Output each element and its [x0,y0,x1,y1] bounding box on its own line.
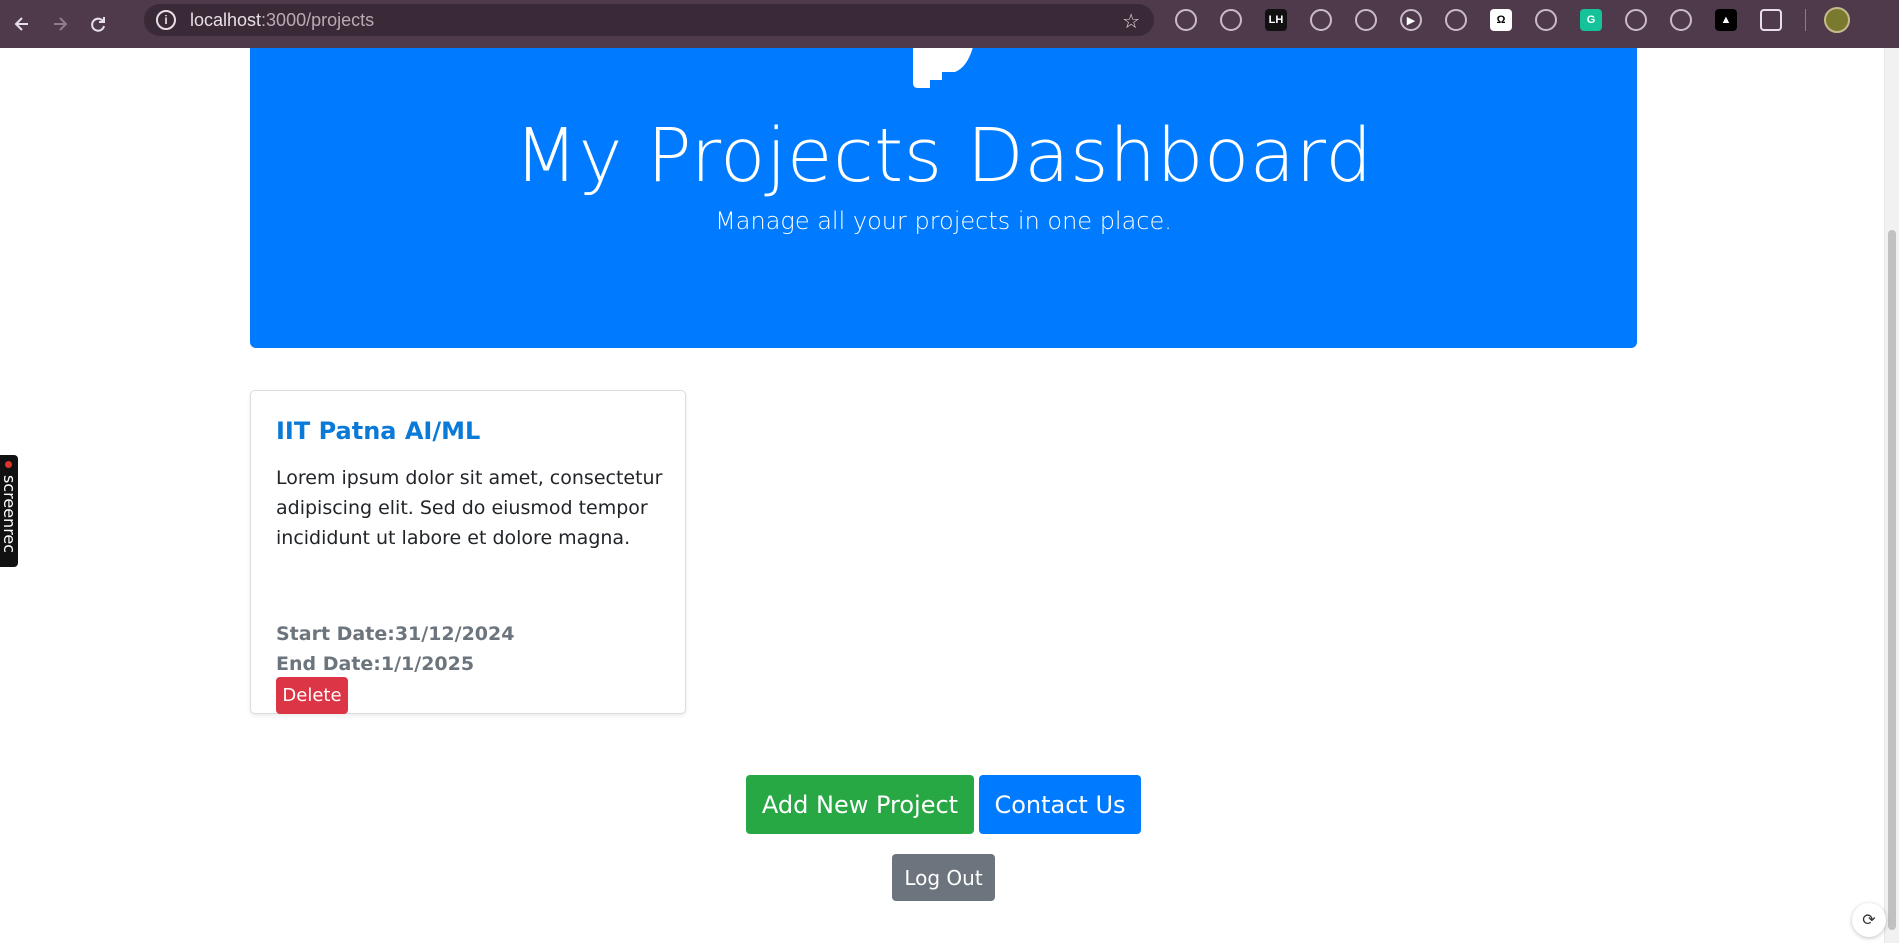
puzzle-icon[interactable] [1760,9,1782,31]
url-path: :3000/projects [261,9,375,30]
record-dot-icon [3,459,14,470]
reload-icon[interactable] [82,8,114,40]
brain-icon[interactable] [1625,9,1647,31]
bookmark-star-icon[interactable]: ☆ [1122,9,1140,34]
address-bar[interactable]: i localhost:3000/projects ☆ [144,4,1154,36]
highlighter-icon[interactable] [1670,9,1692,31]
toolbar-divider [1805,9,1806,31]
site-info-icon[interactable]: i [156,10,176,30]
back-icon[interactable] [6,8,38,40]
tree-icon[interactable] [1355,9,1377,31]
omega-icon[interactable]: Ω [1490,9,1512,31]
scrollbar-thumb[interactable] [1888,230,1896,930]
forward-icon[interactable] [44,8,76,40]
hero-banner: My Projects Dashboard Manage all your pr… [250,48,1637,348]
project-title[interactable]: IIT Patna AI/ML [276,417,480,445]
capsule-icon[interactable] [1220,9,1242,31]
screenrec-label: screenrec [0,475,19,554]
extensions-bar: LH ▶ Ω G ▲ [1175,7,1850,33]
profile-avatar[interactable] [1824,7,1850,33]
grammarly-icon[interactable]: G [1580,9,1602,31]
lh-icon[interactable]: LH [1265,9,1287,31]
window-icon[interactable] [1535,9,1557,31]
contact-us-button[interactable]: Contact Us [979,775,1141,834]
project-end-date: End Date:1/1/2025 [276,653,475,675]
project-card: IIT Patna AI/ML Lorem ipsum dolor sit am… [250,390,686,714]
scrollbar[interactable] [1884,48,1899,943]
add-project-button[interactable]: Add New Project [746,775,974,834]
translate-icon[interactable]: ⟳ [1852,903,1886,937]
project-start-date: Start Date:31/12/2024 [276,623,515,645]
delete-project-button[interactable]: Delete [276,677,348,714]
play-icon[interactable]: ▶ [1400,9,1422,31]
page-title: My Projects Dashboard [514,113,1373,199]
url-host: localhost [190,9,262,30]
helmet-icon[interactable] [1445,9,1467,31]
browser-toolbar: i localhost:3000/projects ☆ LH ▶ Ω G ▲ [0,0,1899,48]
logout-button[interactable]: Log Out [892,854,995,901]
project-description: Lorem ipsum dolor sit amet, consectetur … [276,467,663,549]
pixelate-icon[interactable] [1175,9,1197,31]
url-text[interactable]: localhost:3000/projects [190,10,374,31]
triangle-icon[interactable]: ▲ [1715,9,1737,31]
page-subtitle: Manage all your projects in one place. [715,207,1172,235]
hero-logo-icon [913,48,973,88]
orange-snake-icon[interactable] [1310,9,1332,31]
page-content: My Projects Dashboard Manage all your pr… [0,48,1899,943]
screenrec-widget[interactable]: screenrec [0,455,19,567]
